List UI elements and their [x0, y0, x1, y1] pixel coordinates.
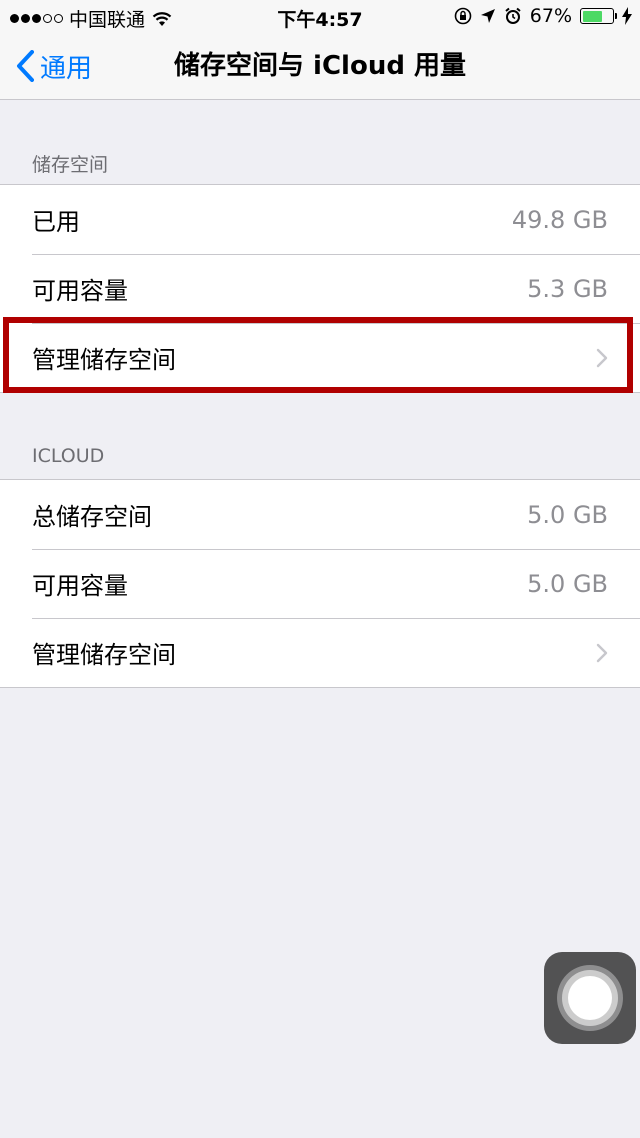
- icloud-manage-storage-button[interactable]: 管理储存空间: [0, 618, 640, 687]
- row-label: 总储存空间: [32, 503, 152, 531]
- assistive-touch-button[interactable]: [544, 952, 636, 1044]
- chevron-right-icon: [596, 643, 608, 662]
- row-value: 5.0 GB: [527, 569, 608, 598]
- section-header-icloud: ICLOUD: [32, 445, 105, 467]
- page-title: 储存空间与 iCloud 用量: [174, 51, 466, 81]
- back-button-label: 通用: [40, 53, 93, 84]
- manage-storage-button[interactable]: 管理储存空间: [0, 323, 640, 392]
- icloud-total-row: 总储存空间 5.0 GB: [0, 480, 640, 549]
- icloud-group: 总储存空间 5.0 GB 可用容量 5.0 GB 管理储存空间: [0, 479, 640, 688]
- battery-percent: 67%: [529, 5, 572, 27]
- icloud-available-row: 可用容量 5.0 GB: [0, 549, 640, 618]
- status-bar: 中国联通 下午4:57 67%: [0, 0, 640, 32]
- navigation-bar: 储存空间与 iCloud 用量 通用: [0, 32, 640, 100]
- row-label: 管理储存空间: [32, 346, 176, 374]
- assistive-touch-icon: [557, 965, 623, 1031]
- row-value: 5.3 GB: [527, 274, 608, 303]
- status-right: 67%: [454, 5, 632, 27]
- section-header-storage: 储存空间: [32, 154, 109, 176]
- row-label: 管理储存空间: [32, 641, 176, 669]
- location-arrow-icon: [480, 9, 495, 23]
- row-value: 49.8 GB: [511, 205, 608, 234]
- chevron-left-icon: [17, 50, 34, 82]
- chevron-right-icon: [596, 348, 608, 367]
- battery-icon: [580, 8, 617, 24]
- back-button[interactable]: 通用: [16, 32, 92, 100]
- storage-available-row: 可用容量 5.3 GB: [0, 254, 640, 323]
- charging-bolt-icon: [622, 7, 632, 25]
- alarm-clock-icon: [505, 7, 521, 24]
- row-label: 已用: [32, 208, 80, 236]
- storage-used-row: 已用 49.8 GB: [0, 185, 640, 254]
- row-value: 5.0 GB: [527, 500, 608, 529]
- row-label: 可用容量: [32, 277, 128, 305]
- row-label: 可用容量: [32, 572, 128, 600]
- storage-group: 已用 49.8 GB 可用容量 5.3 GB 管理储存空间: [0, 184, 640, 393]
- rotation-lock-icon: [454, 7, 472, 25]
